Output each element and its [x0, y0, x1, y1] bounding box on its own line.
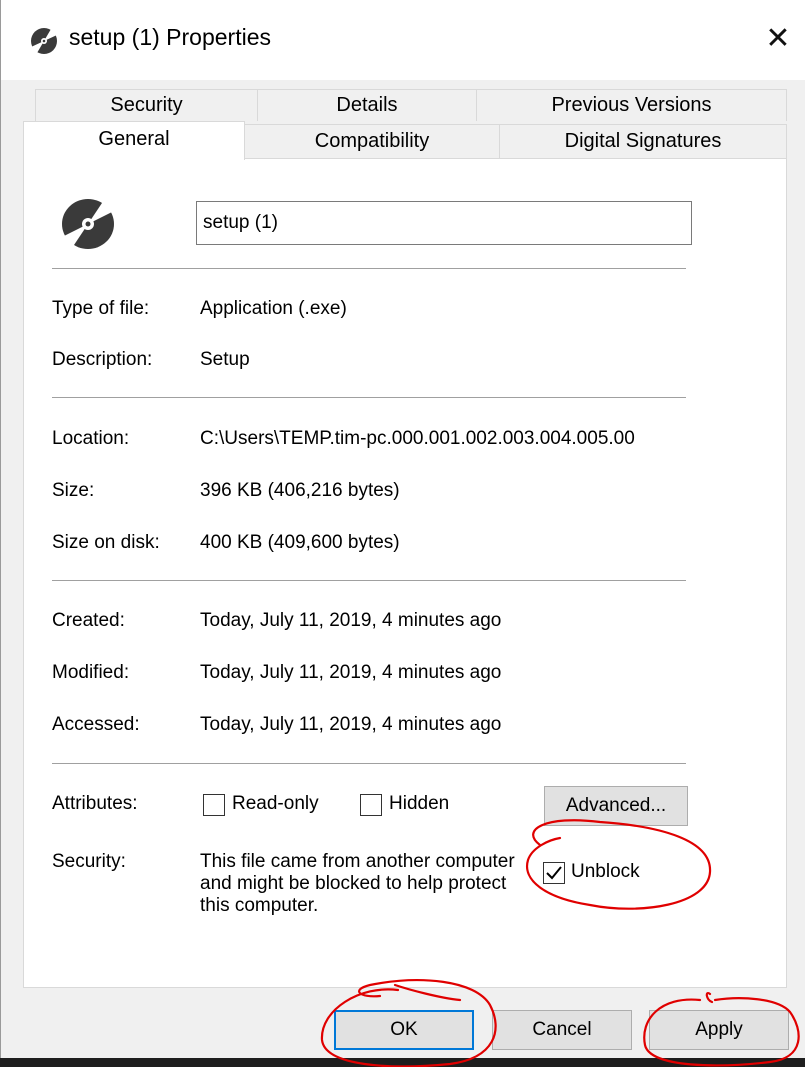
separator — [52, 763, 686, 764]
title-bar[interactable]: setup (1) Properties ✕ — [1, 0, 805, 80]
unblock-checkbox[interactable] — [543, 862, 565, 884]
window-title: setup (1) Properties — [69, 24, 271, 50]
file-name-input[interactable] — [196, 201, 692, 245]
tab-digital-signatures-label: Digital Signatures — [564, 130, 722, 152]
tab-security-label: Security — [110, 94, 183, 116]
separator — [52, 268, 686, 269]
security-label: Security: — [52, 851, 126, 872]
attributes-label: Attributes: — [52, 793, 138, 814]
tab-compatibility[interactable]: Compatibility — [244, 124, 500, 158]
created-value: Today, July 11, 2019, 4 minutes ago — [200, 610, 502, 631]
setup-app-icon — [31, 28, 57, 54]
tab-digital-signatures[interactable]: Digital Signatures — [499, 124, 787, 158]
created-label: Created: — [52, 610, 125, 631]
readonly-label[interactable]: Read-only — [232, 793, 319, 815]
security-message: This file came from another computer and… — [200, 851, 515, 916]
size-label: Size: — [52, 480, 95, 501]
apply-button[interactable]: Apply — [649, 1010, 789, 1050]
general-panel: Type of file: Application (.exe) Descrip… — [23, 158, 787, 988]
close-icon: ✕ — [765, 21, 791, 55]
tab-details-label: Details — [336, 94, 398, 116]
checkmark-icon — [546, 866, 562, 880]
properties-dialog: setup (1) Properties ✕ Security Details … — [0, 0, 805, 1058]
tab-previous-versions[interactable]: Previous Versions — [476, 89, 787, 121]
accessed-value: Today, July 11, 2019, 4 minutes ago — [200, 714, 502, 735]
advanced-button[interactable]: Advanced... — [544, 786, 688, 826]
tab-details[interactable]: Details — [257, 89, 477, 121]
separator — [52, 397, 686, 398]
size-on-disk-label: Size on disk: — [52, 532, 160, 553]
separator — [52, 580, 686, 581]
tab-compatibility-label: Compatibility — [314, 130, 430, 152]
cancel-button[interactable]: Cancel — [492, 1010, 632, 1050]
readonly-checkbox[interactable] — [203, 794, 225, 816]
modified-label: Modified: — [52, 662, 130, 683]
description-value: Setup — [200, 349, 250, 370]
type-label: Type of file: — [52, 298, 150, 319]
location-label: Location: — [52, 428, 130, 449]
tab-security[interactable]: Security — [35, 89, 258, 121]
tab-previous-versions-label: Previous Versions — [551, 94, 712, 116]
unblock-label[interactable]: Unblock — [571, 861, 640, 883]
modified-value: Today, July 11, 2019, 4 minutes ago — [200, 662, 502, 683]
size-on-disk-value: 400 KB (409,600 bytes) — [200, 532, 400, 553]
hidden-checkbox[interactable] — [360, 794, 382, 816]
location-value: C:\Users\TEMP.tim-pc.000.001.002.003.004… — [200, 428, 635, 449]
size-value: 396 KB (406,216 bytes) — [200, 480, 400, 501]
close-button[interactable]: ✕ — [750, 10, 805, 66]
tab-general[interactable]: General — [23, 121, 245, 160]
type-value: Application (.exe) — [200, 298, 347, 319]
hidden-label[interactable]: Hidden — [389, 793, 449, 815]
tab-general-label: General — [98, 127, 170, 150]
accessed-label: Accessed: — [52, 714, 140, 735]
setup-file-icon — [60, 199, 116, 249]
ok-button[interactable]: OK — [334, 1010, 474, 1050]
description-label: Description: — [52, 349, 153, 370]
